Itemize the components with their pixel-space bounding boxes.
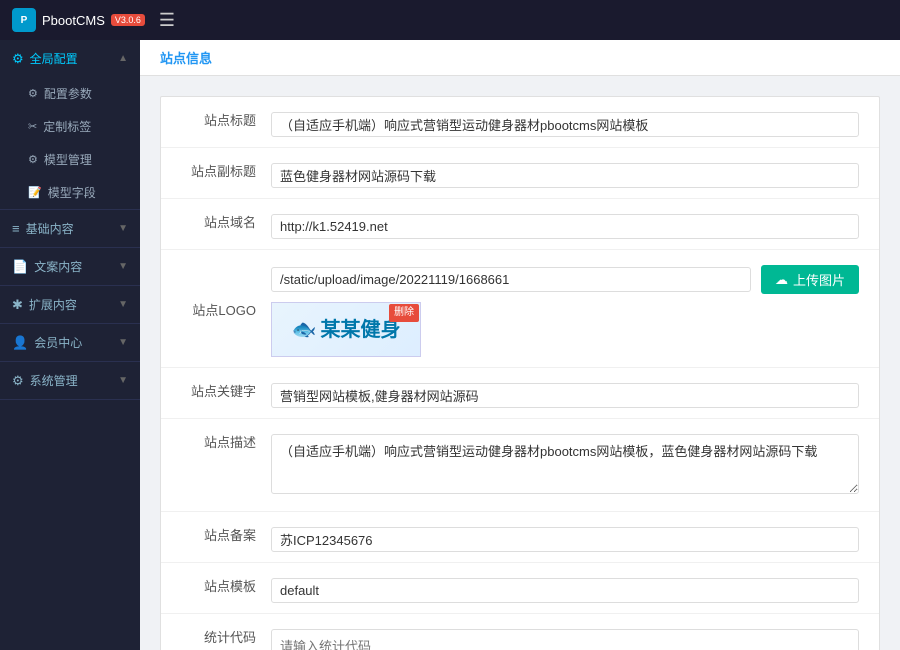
field-value-keywords: [271, 378, 859, 408]
field-label-stats-code: 统计代码: [181, 624, 271, 647]
field-value-subtitle: [271, 158, 859, 188]
logo-area: P PbootCMS V3.0.6 ☰: [12, 8, 175, 32]
sidebar-section-label-global: 全局配置: [30, 50, 78, 67]
sidebar-section-extended-content: ✱ 扩展内容 ▼: [0, 286, 140, 324]
version-badge: V3.0.6: [111, 14, 145, 26]
field-row-logo: 站点LOGO ☁ 上传图片: [161, 250, 879, 368]
field-value-template: [271, 573, 859, 603]
site-keywords-input[interactable]: [271, 383, 859, 408]
sidebar-section-label-member: 会员中心: [34, 334, 82, 351]
settings-icon: ⚙: [28, 87, 38, 100]
upload-image-button[interactable]: ☁ 上传图片: [761, 265, 859, 294]
sidebar-item-article-content[interactable]: 📄 文案内容 ▼: [0, 248, 140, 285]
field-label-description: 站点描述: [181, 429, 271, 452]
field-label-domain: 站点域名: [181, 209, 271, 232]
arrow-icon-article: ▼: [118, 261, 128, 272]
sidebar-section-label-basic: 基础内容: [26, 220, 74, 237]
sidebar-item-member-center[interactable]: 👤 会员中心 ▼: [0, 324, 140, 361]
site-subtitle-input[interactable]: [271, 163, 859, 188]
sidebar-section-article-content: 📄 文案内容 ▼: [0, 248, 140, 286]
top-header: P PbootCMS V3.0.6 ☰: [0, 0, 900, 40]
field-value-description: （自适应手机端）响应式营销型运动健身器材pbootcms网站模板，蓝色健身器材网…: [271, 429, 859, 501]
site-description-textarea[interactable]: （自适应手机端）响应式营销型运动健身器材pbootcms网站模板，蓝色健身器材网…: [271, 434, 859, 494]
field-value-title: [271, 107, 859, 137]
logo-upload-row: ☁ 上传图片: [271, 265, 859, 294]
field-row-keywords: 站点关键字: [161, 368, 879, 419]
sidebar-section-member-center: 👤 会员中心 ▼: [0, 324, 140, 362]
sidebar-section-label-article: 文案内容: [34, 258, 82, 275]
field-label-keywords: 站点关键字: [181, 378, 271, 401]
sidebar-section-label-extended: 扩展内容: [29, 296, 77, 313]
logo-preview-wrapper: 🐟 某某健身 删除: [271, 302, 421, 357]
arrow-icon-extended: ▼: [118, 299, 128, 310]
extend-icon: ✱: [12, 297, 23, 313]
sidebar-item-config-params-label: 配置参数: [44, 85, 92, 102]
sidebar-section-global-config: ⚙ 全局配置 ▲ ⚙ 配置参数 ✂ 定制标签 ⚙ 模型管理 📝 模型字段: [0, 40, 140, 210]
site-stats-code-textarea[interactable]: [271, 629, 859, 650]
sidebar-item-model-manage[interactable]: ⚙ 模型管理: [0, 143, 140, 176]
sidebar-item-model-fields-label: 模型字段: [48, 184, 96, 201]
field-value-domain: [271, 209, 859, 239]
sidebar: ⚙ 全局配置 ▲ ⚙ 配置参数 ✂ 定制标签 ⚙ 模型管理 📝 模型字段: [0, 40, 140, 650]
field-row-stats-code: 统计代码: [161, 614, 879, 650]
breadcrumb-text: 站点信息: [160, 51, 212, 66]
arrow-icon-member: ▼: [118, 337, 128, 348]
logo-icon: P: [12, 8, 36, 32]
arrow-icon-system: ▼: [118, 375, 128, 386]
logo-delete-button[interactable]: 删除: [389, 304, 419, 322]
field-value-icp: [271, 522, 859, 552]
logo-path-input[interactable]: [271, 267, 751, 292]
site-title-input[interactable]: [271, 112, 859, 137]
sidebar-item-custom-tags[interactable]: ✂ 定制标签: [0, 110, 140, 143]
field-row-subtitle: 站点副标题: [161, 148, 879, 199]
field-value-stats-code: [271, 624, 859, 650]
sidebar-item-custom-tags-label: 定制标签: [43, 118, 91, 135]
sidebar-item-model-fields[interactable]: 📝 模型字段: [0, 176, 140, 209]
layout: ⚙ 全局配置 ▲ ⚙ 配置参数 ✂ 定制标签 ⚙ 模型管理 📝 模型字段: [0, 40, 900, 650]
upload-btn-label: 上传图片: [793, 270, 845, 289]
gear-icon: ⚙: [12, 51, 24, 67]
site-template-input[interactable]: [271, 578, 859, 603]
logo-text: PbootCMS: [42, 13, 105, 28]
field-label-title: 站点标题: [181, 107, 271, 130]
main-content: 站点信息 站点标题 站点副标题: [140, 40, 900, 650]
field-row-domain: 站点域名: [161, 199, 879, 250]
sidebar-item-model-manage-label: 模型管理: [44, 151, 92, 168]
sidebar-item-extended-content[interactable]: ✱ 扩展内容 ▼: [0, 286, 140, 323]
field-label-subtitle: 站点副标题: [181, 158, 271, 181]
breadcrumb: 站点信息: [140, 40, 900, 76]
field-label-template: 站点模板: [181, 573, 271, 596]
field-icon: 📝: [28, 186, 42, 199]
list-icon: ≡: [12, 221, 20, 236]
form-container: 站点标题 站点副标题 站点域名: [140, 76, 900, 650]
site-domain-input[interactable]: [271, 214, 859, 239]
logo-fish-icon: 🐟: [292, 314, 317, 346]
sidebar-section-basic-content: ≡ 基础内容 ▼: [0, 210, 140, 248]
sidebar-item-config-params[interactable]: ⚙ 配置参数: [0, 77, 140, 110]
arrow-icon-basic: ▼: [118, 223, 128, 234]
form-panel: 站点标题 站点副标题 站点域名: [160, 96, 880, 650]
field-row-icp: 站点备案: [161, 512, 879, 563]
system-icon: ⚙: [12, 373, 24, 389]
model-icon: ⚙: [28, 153, 38, 166]
hamburger-icon[interactable]: ☰: [159, 10, 175, 31]
sidebar-section-system-manage: ⚙ 系统管理 ▼: [0, 362, 140, 400]
field-label-logo: 站点LOGO: [181, 297, 271, 320]
sidebar-section-label-system: 系统管理: [30, 372, 78, 389]
tag-icon: ✂: [28, 120, 37, 133]
logo-text-preview: 🐟 某某健身: [292, 314, 401, 346]
field-row-description: 站点描述 （自适应手机端）响应式营销型运动健身器材pbootcms网站模板，蓝色…: [161, 419, 879, 512]
sidebar-item-system-manage[interactable]: ⚙ 系统管理 ▼: [0, 362, 140, 399]
field-label-icp: 站点备案: [181, 522, 271, 545]
field-row-template: 站点模板: [161, 563, 879, 614]
field-value-logo: ☁ 上传图片 🐟 某某健身: [271, 260, 859, 357]
arrow-icon: ▲: [118, 53, 128, 64]
sidebar-item-basic-content[interactable]: ≡ 基础内容 ▼: [0, 210, 140, 247]
user-icon: 👤: [12, 335, 28, 351]
doc-icon: 📄: [12, 259, 28, 275]
site-icp-input[interactable]: [271, 527, 859, 552]
sidebar-item-global-config[interactable]: ⚙ 全局配置 ▲: [0, 40, 140, 77]
upload-icon: ☁: [775, 272, 788, 288]
field-row-title: 站点标题: [161, 97, 879, 148]
